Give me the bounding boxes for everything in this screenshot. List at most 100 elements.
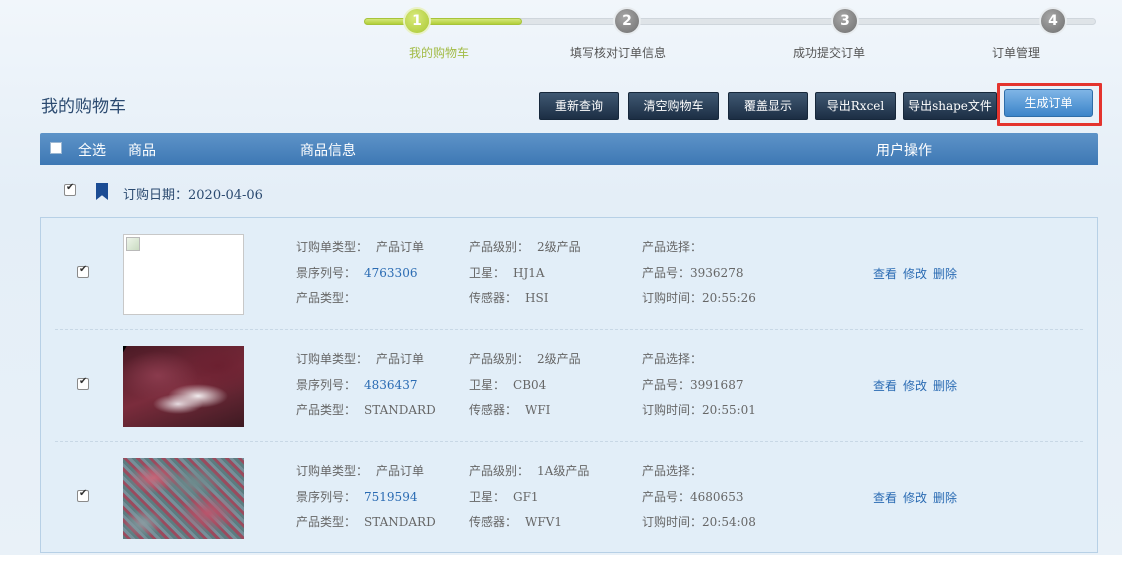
delete-link[interactable]: 删除: [933, 491, 957, 505]
field-value: GF1: [513, 490, 539, 504]
field-value: 20:55:26: [702, 291, 756, 305]
satellite-field: 卫星： GF1: [469, 488, 539, 505]
product-selection-field: 产品选择：: [642, 350, 710, 367]
field-label: 订购单类型：: [296, 464, 369, 478]
item-actions: 查看 修改 删除: [873, 377, 963, 394]
order-time-field: 订购时间：20:55:26: [642, 289, 756, 306]
order-time-field: 订购时间：20:55:01: [642, 401, 756, 418]
scene-serial-field: 景序列号： 4763306: [296, 264, 417, 281]
item-checkbox[interactable]: [77, 376, 89, 390]
requery-button[interactable]: 重新查询: [539, 92, 619, 120]
header-product-info: 商品信息: [300, 143, 356, 159]
field-value: 20:54:08: [702, 515, 756, 529]
field-value: 3936278: [690, 266, 744, 280]
cart-item: 订购单类型： 产品订单 景序列号： 4836437 产品类型： STANDARD 产品…: [41, 330, 1097, 442]
satellite-image: [123, 346, 244, 427]
bookmark-icon: [96, 183, 108, 200]
field-value: HSI: [525, 291, 549, 305]
field-value: 4680653: [690, 490, 744, 504]
item-actions: 查看 修改 删除: [873, 489, 963, 506]
field-value: STANDARD: [364, 403, 436, 417]
view-link[interactable]: 查看: [873, 267, 897, 281]
scene-serial-link[interactable]: 4836437: [364, 378, 417, 392]
cart-item-list: 订购单类型：产品订单 景序列号：4763306 产品类型： 产品级别：2级产品 …: [40, 217, 1098, 553]
product-selection-field: 产品选择：: [642, 238, 710, 255]
sensor-field: 传感器： WFV1: [469, 513, 562, 530]
field-label: 景序列号：: [296, 266, 357, 280]
scene-serial-field: 景序列号： 4836437: [296, 376, 417, 393]
product-thumbnail[interactable]: [123, 458, 244, 539]
step-2-label: 填写核对订单信息: [570, 46, 667, 60]
product-no-field: 产品号：4680653: [642, 488, 743, 505]
step-2-circle: 2: [615, 9, 639, 33]
view-link[interactable]: 查看: [873, 379, 897, 393]
header-user-actions: 用户操作: [876, 143, 932, 159]
field-value: WFV1: [525, 515, 562, 529]
cart-item: 订购单类型：产品订单 景序列号：4763306 产品类型： 产品级别：2级产品 …: [41, 218, 1097, 330]
header-product: 商品: [128, 143, 156, 159]
step-3-circle: 3: [833, 9, 857, 33]
edit-link[interactable]: 修改: [903, 267, 927, 281]
order-progress-steps: 1 2 3 4 我的购物车 填写核对订单信息 成功提交订单 订单管理: [0, 0, 1122, 70]
field-value: 1A级产品: [537, 464, 590, 478]
field-label: 景序列号：: [296, 378, 357, 392]
order-time-field: 订购时间：20:54:08: [642, 513, 756, 530]
item-checkbox[interactable]: [77, 264, 89, 278]
overlay-display-button[interactable]: 覆盖显示: [728, 92, 808, 120]
product-thumbnail[interactable]: [123, 346, 244, 427]
view-link[interactable]: 查看: [873, 491, 897, 505]
product-no-field: 产品号：3991687: [642, 376, 743, 393]
item-actions: 查看 修改 删除: [873, 265, 963, 282]
field-label: 产品级别：: [469, 240, 530, 254]
field-label: 卫星：: [469, 378, 506, 392]
table-header: 全选 商品 商品信息 用户操作: [40, 133, 1098, 165]
export-shape-button[interactable]: 导出shape文件: [903, 92, 997, 120]
field-value: 20:55:01: [702, 403, 756, 417]
field-label: 传感器：: [469, 515, 518, 529]
field-label: 订购单类型：: [296, 240, 369, 254]
product-level-field: 产品级别： 2级产品: [469, 350, 581, 367]
select-all-checkbox[interactable]: [50, 142, 62, 154]
field-label: 产品号：: [642, 266, 691, 280]
field-label: 景序列号：: [296, 490, 357, 504]
progress-track-completed: [364, 18, 522, 25]
product-thumbnail[interactable]: [123, 234, 244, 315]
product-selection-field: 产品选择：: [642, 462, 710, 479]
satellite-field: 卫星： CB04: [469, 376, 546, 393]
field-value: STANDARD: [364, 515, 436, 529]
field-label: 产品选择：: [642, 240, 703, 254]
edit-link[interactable]: 修改: [903, 379, 927, 393]
delete-link[interactable]: 删除: [933, 379, 957, 393]
field-label: 产品类型：: [296, 403, 357, 417]
field-value: 3991687: [690, 378, 744, 392]
scene-serial-link[interactable]: 4763306: [364, 266, 417, 280]
date-group-checkbox[interactable]: [64, 182, 76, 196]
field-label: 卫星：: [469, 490, 506, 504]
order-type-field: 订购单类型： 产品订单: [296, 462, 424, 479]
product-level-field: 产品级别： 1A级产品: [469, 462, 589, 479]
field-label: 卫星：: [469, 266, 506, 280]
field-value: WFI: [525, 403, 551, 417]
field-label: 产品号：: [642, 378, 691, 392]
field-label: 传感器：: [469, 291, 518, 305]
product-type-field: 产品类型： STANDARD: [296, 401, 436, 418]
page: 1 2 3 4 我的购物车 填写核对订单信息 成功提交订单 订单管理 我的购物车…: [0, 0, 1122, 555]
field-label: 产品类型：: [296, 291, 357, 305]
item-checkbox[interactable]: [77, 488, 89, 502]
sensor-field: 传感器： HSI: [469, 289, 548, 306]
delete-link[interactable]: 删除: [933, 267, 957, 281]
order-type-field: 订购单类型： 产品订单: [296, 238, 424, 255]
step-3-label: 成功提交订单: [793, 46, 866, 60]
field-label: 产品级别：: [469, 352, 530, 366]
step-1-label: 我的购物车: [409, 46, 470, 60]
field-value: CB04: [513, 378, 547, 392]
edit-link[interactable]: 修改: [903, 491, 927, 505]
clear-cart-button[interactable]: 清空购物车: [628, 92, 719, 120]
product-type-field: 产品类型：: [296, 289, 364, 306]
export-excel-button[interactable]: 导出Rxcel: [815, 92, 896, 120]
product-type-field: 产品类型： STANDARD: [296, 513, 436, 530]
order-type-field: 订购单类型： 产品订单: [296, 350, 424, 367]
scene-serial-link[interactable]: 7519594: [364, 490, 417, 504]
select-all-label[interactable]: 全选: [78, 140, 106, 160]
highlight-box: [997, 83, 1102, 126]
